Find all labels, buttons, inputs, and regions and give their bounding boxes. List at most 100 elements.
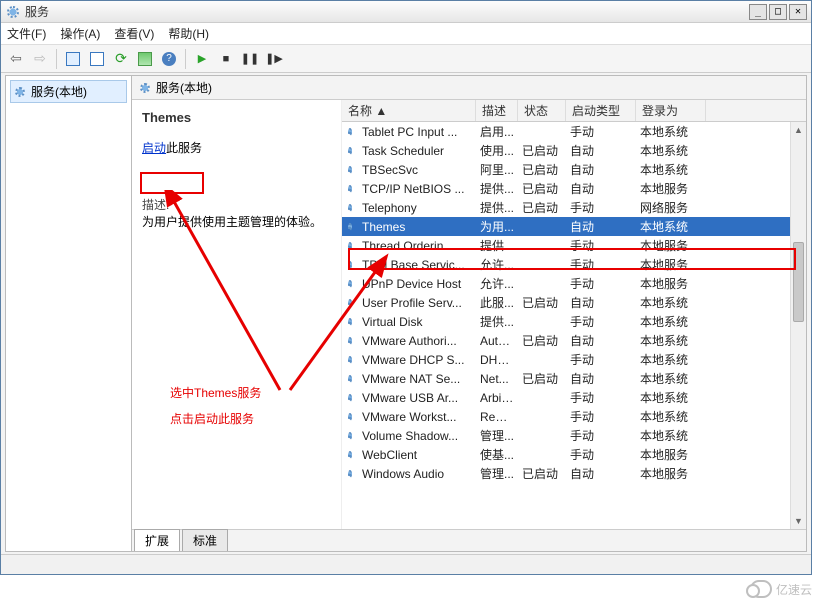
cell-logon: 本地系统 — [636, 218, 706, 235]
help-button[interactable]: ? — [158, 48, 180, 70]
start-service-link[interactable]: 启动 — [142, 141, 166, 155]
cell-name: Telephony — [358, 201, 476, 215]
service-row[interactable]: Themes为用...自动本地系统 — [342, 217, 806, 236]
nav-back-button[interactable]: ⇦ — [5, 48, 27, 70]
menu-view[interactable]: 查看(V) — [114, 25, 154, 42]
col-desc[interactable]: 描述 — [476, 100, 518, 121]
gear-icon — [13, 85, 27, 99]
cell-name: TBSecSvc — [358, 163, 476, 177]
cell-desc: 提供... — [476, 199, 518, 216]
cell-desc: Arbit... — [476, 391, 518, 405]
nav-forward-button[interactable]: ⇨ — [29, 48, 51, 70]
service-row[interactable]: Windows Audio管理...已启动自动本地服务 — [342, 464, 806, 483]
service-row[interactable]: User Profile Serv...此服...已启动自动本地系统 — [342, 293, 806, 312]
vertical-scrollbar[interactable]: ▲ ▼ — [790, 122, 806, 529]
cell-name: User Profile Serv... — [358, 296, 476, 310]
cell-name: TCP/IP NetBIOS ... — [358, 182, 476, 196]
cell-startup: 自动 — [566, 218, 636, 235]
service-row[interactable]: VMware USB Ar...Arbit...手动本地系统 — [342, 388, 806, 407]
gear-icon — [346, 373, 354, 385]
service-row[interactable]: VMware DHCP S...DHC...手动本地系统 — [342, 350, 806, 369]
pause-service-button[interactable]: ❚❚ — [239, 48, 261, 70]
service-row[interactable]: UPnP Device Host允许...手动本地服务 — [342, 274, 806, 293]
tab-extended[interactable]: 扩展 — [134, 529, 180, 551]
cell-name: VMware NAT Se... — [358, 372, 476, 386]
cell-desc: 使用... — [476, 142, 518, 159]
maximize-button[interactable]: □ — [769, 4, 787, 20]
close-button[interactable]: ✕ — [789, 4, 807, 20]
services-window: 服务 _ □ ✕ 文件(F) 操作(A) 查看(V) 帮助(H) ⇦ ⇨ ⟳ ?… — [0, 0, 812, 575]
cell-startup: 手动 — [566, 199, 636, 216]
app-icon — [5, 4, 21, 20]
service-row[interactable]: Telephony提供...已启动手动网络服务 — [342, 198, 806, 217]
col-startup[interactable]: 启动类型 — [566, 100, 636, 121]
scroll-up-icon[interactable]: ▲ — [791, 122, 806, 138]
properties-button[interactable] — [86, 48, 108, 70]
gear-icon — [346, 221, 354, 233]
cell-name: VMware Authori... — [358, 334, 476, 348]
titlebar[interactable]: 服务 _ □ ✕ — [1, 1, 811, 23]
refresh-button[interactable]: ⟳ — [110, 48, 132, 70]
watermark-icon — [750, 580, 772, 598]
menu-help[interactable]: 帮助(H) — [168, 25, 209, 42]
export-button[interactable] — [134, 48, 156, 70]
col-name[interactable]: 名称 ▲ — [342, 100, 476, 121]
gear-icon — [346, 449, 354, 461]
service-row[interactable]: VMware Workst...Rem...手动本地系统 — [342, 407, 806, 426]
cell-logon: 本地服务 — [636, 237, 706, 254]
scroll-thumb[interactable] — [793, 242, 804, 322]
gear-icon — [346, 145, 354, 157]
watermark: 亿速云 — [750, 580, 812, 598]
service-row[interactable]: Tablet PC Input ...启用...手动本地系统 — [342, 122, 806, 141]
gear-icon — [346, 240, 354, 252]
cell-name: Thread Orderin... — [358, 239, 476, 253]
list-body[interactable]: ▲ ▼ Tablet PC Input ...启用...手动本地系统Task S… — [342, 122, 806, 529]
content-header: 服务(本地) — [132, 76, 806, 100]
service-row[interactable]: Thread Orderin...提供...手动本地服务 — [342, 236, 806, 255]
service-row[interactable]: Volume Shadow...管理...手动本地系统 — [342, 426, 806, 445]
scroll-down-icon[interactable]: ▼ — [791, 513, 806, 529]
service-row[interactable]: TPM Base Servic...允许...手动本地服务 — [342, 255, 806, 274]
detail-pane: Themes 启动此服务 描述: 为用户提供使用主题管理的体验。 — [132, 100, 342, 529]
list-header: 名称 ▲ 描述 状态 启动类型 登录为 — [342, 100, 806, 122]
col-logon[interactable]: 登录为 — [636, 100, 706, 121]
service-row[interactable]: Virtual Disk提供...手动本地系统 — [342, 312, 806, 331]
menu-file[interactable]: 文件(F) — [7, 25, 46, 42]
cell-name: VMware DHCP S... — [358, 353, 476, 367]
cell-state: 已启动 — [518, 370, 566, 387]
cell-desc: 管理... — [476, 465, 518, 482]
minimize-button[interactable]: _ — [749, 4, 767, 20]
cell-name: Windows Audio — [358, 467, 476, 481]
window-title: 服务 — [25, 3, 749, 20]
start-service-button[interactable]: ▶ — [191, 48, 213, 70]
service-row[interactable]: TBSecSvc阿里...已启动自动本地系统 — [342, 160, 806, 179]
tree-pane: 服务(本地) — [6, 76, 132, 551]
cell-logon: 本地系统 — [636, 123, 706, 140]
service-row[interactable]: TCP/IP NetBIOS ...提供...已启动自动本地服务 — [342, 179, 806, 198]
cell-state: 已启动 — [518, 199, 566, 216]
cell-startup: 自动 — [566, 370, 636, 387]
service-row[interactable]: WebClient使基...手动本地服务 — [342, 445, 806, 464]
cell-desc: DHC... — [476, 353, 518, 367]
stop-service-button[interactable]: ■ — [215, 48, 237, 70]
gear-icon — [346, 411, 354, 423]
show-hide-tree-button[interactable] — [62, 48, 84, 70]
menu-action[interactable]: 操作(A) — [60, 25, 100, 42]
cell-desc: 提供... — [476, 180, 518, 197]
cell-name: TPM Base Servic... — [358, 258, 476, 272]
main-pane: 服务(本地) Themes 启动此服务 描述: 为用户提供使用主题管理的体验。 … — [132, 76, 806, 551]
service-row[interactable]: VMware Authori...Auth...已启动自动本地系统 — [342, 331, 806, 350]
service-row[interactable]: VMware NAT Se...Net...已启动自动本地系统 — [342, 369, 806, 388]
selected-service-name: Themes — [142, 110, 331, 125]
tab-standard[interactable]: 标准 — [182, 529, 228, 551]
cell-logon: 本地系统 — [636, 427, 706, 444]
tree-root-item[interactable]: 服务(本地) — [10, 80, 127, 103]
restart-service-button[interactable]: ❚▶ — [263, 48, 285, 70]
gear-icon — [138, 81, 152, 95]
content-header-title: 服务(本地) — [156, 79, 212, 96]
service-row[interactable]: Task Scheduler使用...已启动自动本地系统 — [342, 141, 806, 160]
cell-startup: 手动 — [566, 313, 636, 330]
col-state[interactable]: 状态 — [518, 100, 566, 121]
start-service-line: 启动此服务 — [142, 139, 331, 156]
cell-desc: 为用... — [476, 218, 518, 235]
